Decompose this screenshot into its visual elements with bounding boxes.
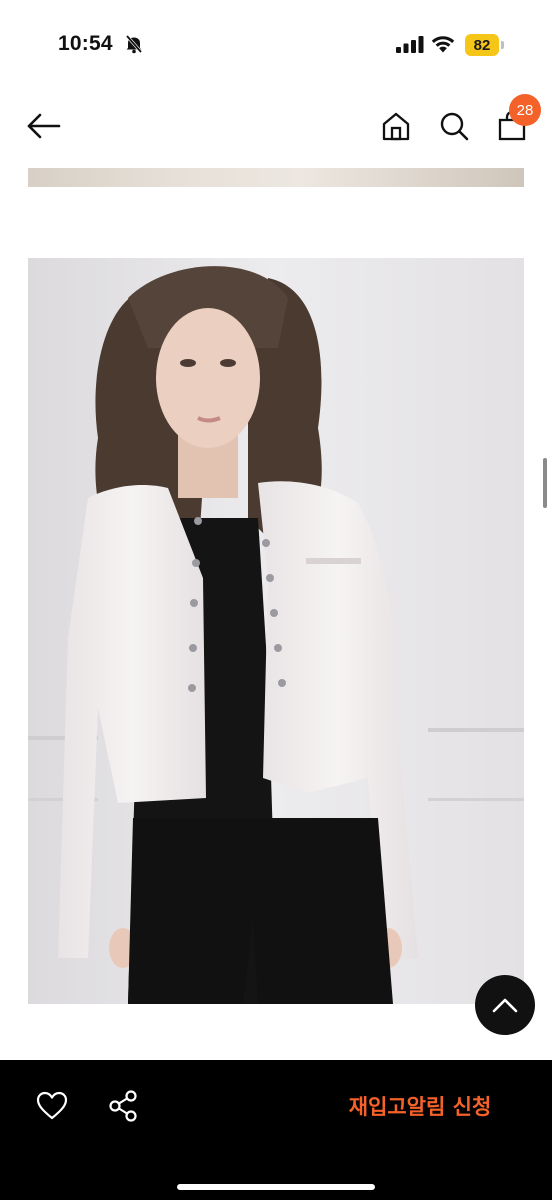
arrow-left-icon[interactable] <box>26 112 62 140</box>
product-photo <box>28 258 524 1004</box>
battery-tip <box>501 41 504 49</box>
home-icon[interactable] <box>381 111 411 141</box>
scroll-to-top-button[interactable] <box>475 975 535 1035</box>
scroll-indicator[interactable] <box>543 458 547 508</box>
home-indicator <box>177 1184 375 1190</box>
bottom-action-bar <box>0 1060 552 1200</box>
status-time: 10:54 <box>58 32 113 55</box>
wifi-icon <box>431 36 455 53</box>
status-bar: 10:54 82 <box>0 0 552 90</box>
signal-icon <box>396 36 424 53</box>
chevron-up-icon <box>492 998 518 1013</box>
search-icon[interactable] <box>439 111 469 141</box>
model-photo-illustration <box>28 258 524 1004</box>
product-image-previous <box>28 168 524 187</box>
bell-slash-icon <box>125 34 143 54</box>
cart-count-badge: 28 <box>509 94 541 126</box>
share-icon[interactable] <box>108 1090 138 1122</box>
battery-icon: 82 <box>465 34 499 56</box>
restock-alert-button[interactable]: 재입고알림 신청 <box>330 1090 510 1124</box>
heart-icon[interactable] <box>36 1091 68 1121</box>
nav-bar <box>0 95 552 160</box>
